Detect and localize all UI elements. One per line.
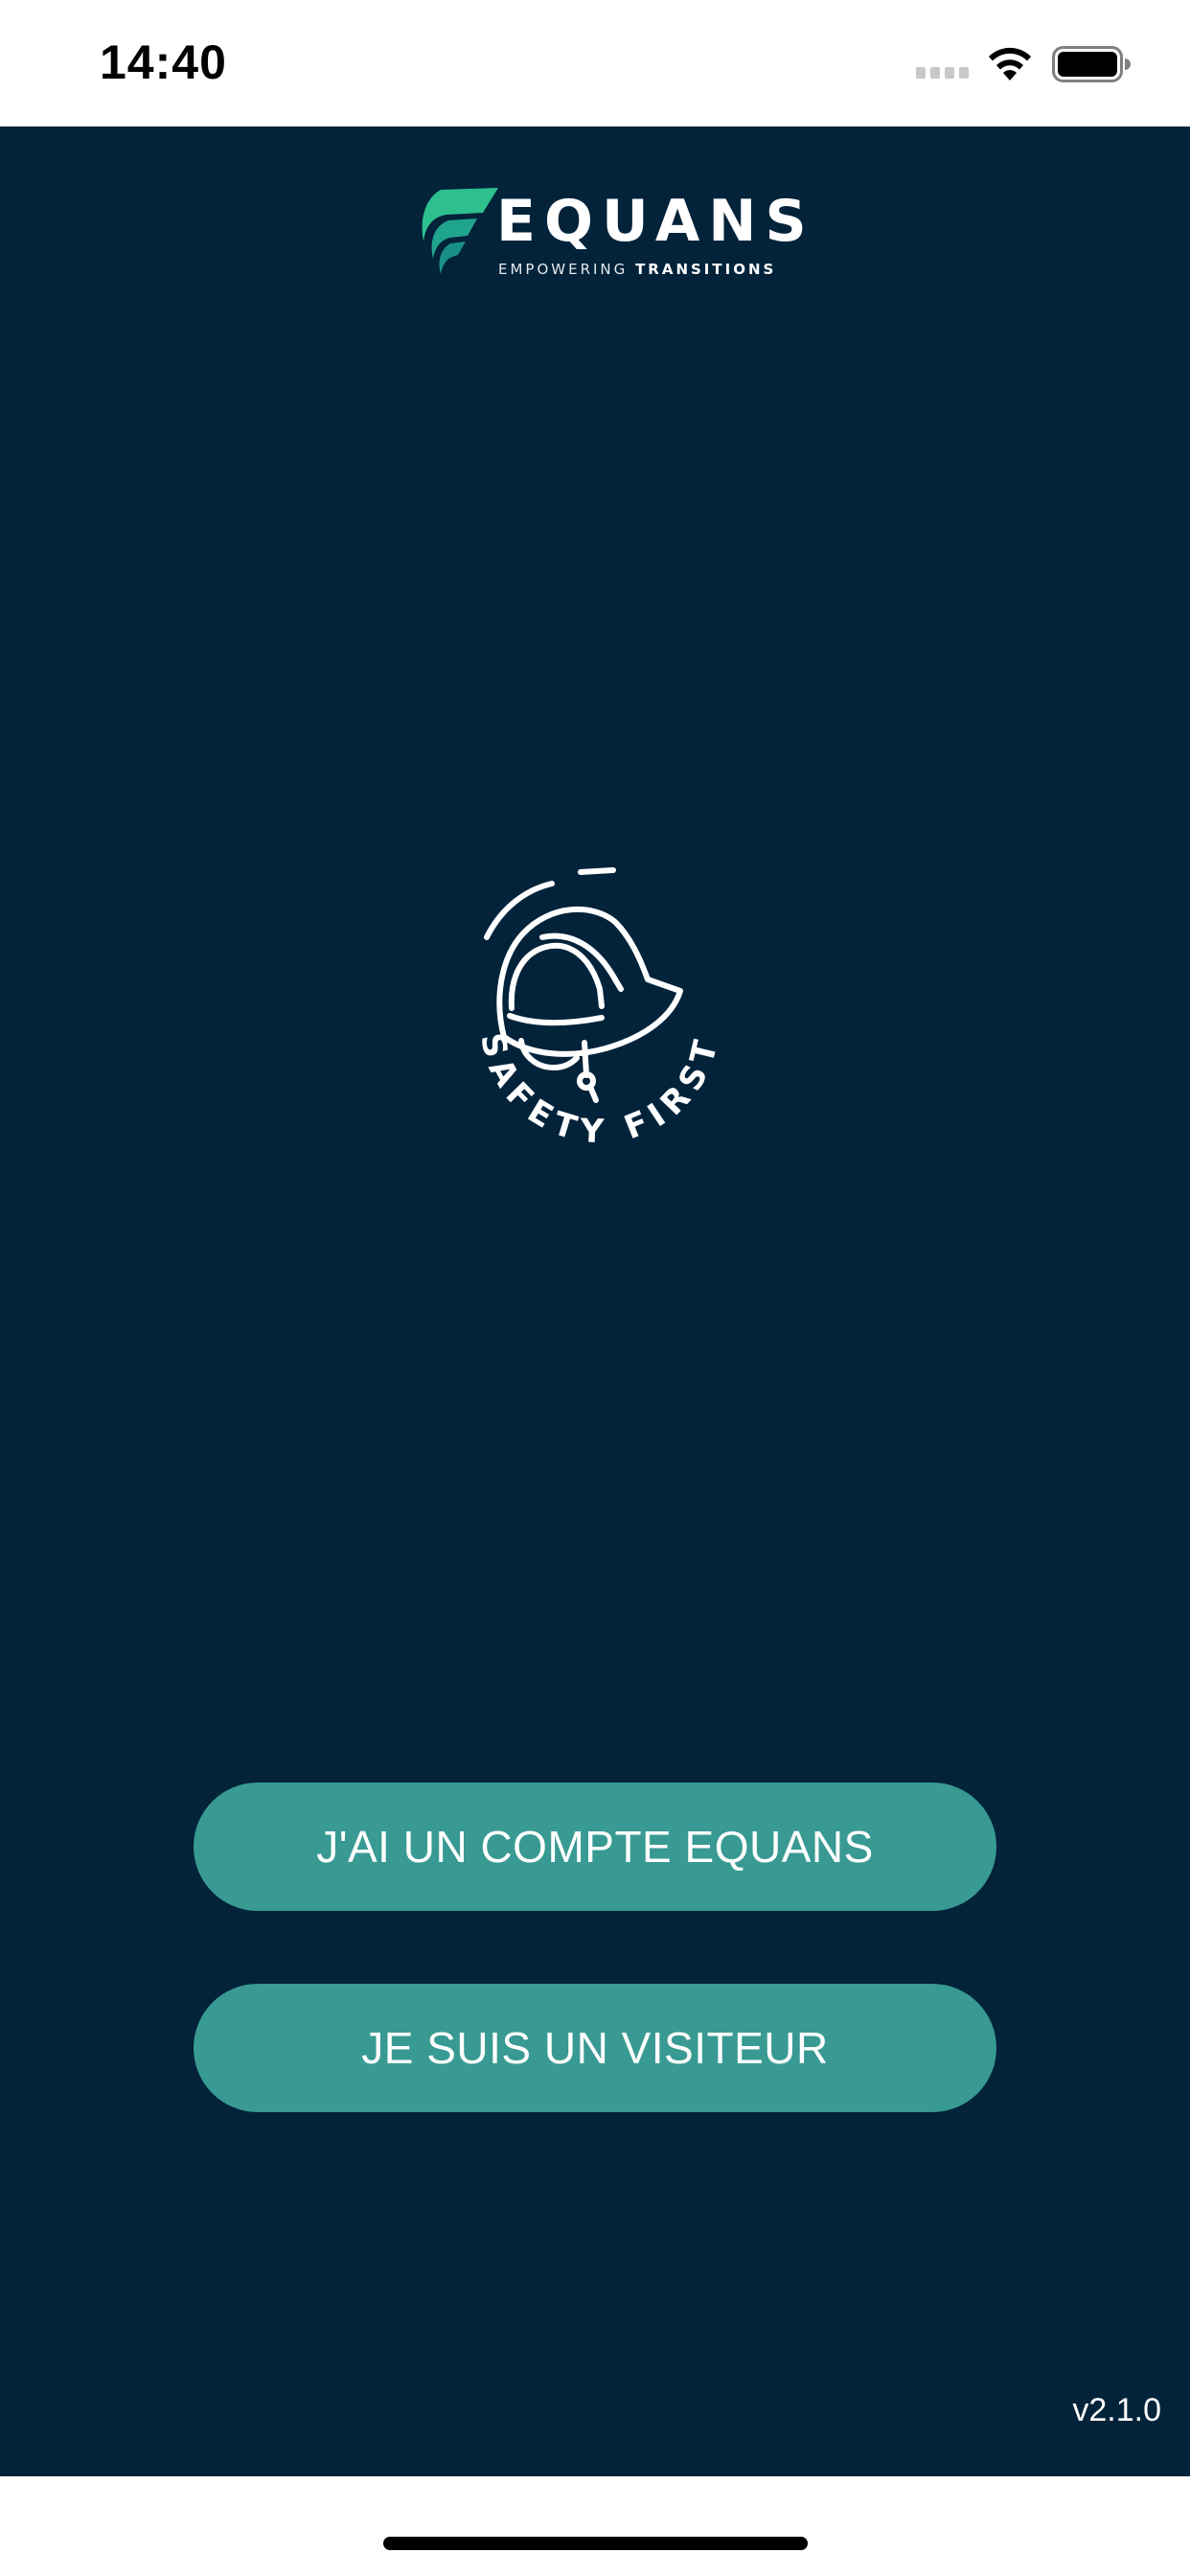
status-bar: 14:40: [0, 0, 1190, 126]
status-time: 14:40: [100, 35, 227, 89]
home-area: [0, 2476, 1190, 2576]
tagline-light: EMPOWERING: [498, 261, 629, 278]
equans-account-button[interactable]: J'AI UN COMPTE EQUANS: [194, 1782, 996, 1911]
brand-name: EQUANS: [496, 188, 815, 255]
equans-logo: EQUANS EMPOWERING TRANSITIONS: [412, 184, 807, 289]
brand-tagline: EMPOWERING TRANSITIONS: [498, 261, 776, 278]
tagline-bold: TRANSITIONS: [635, 261, 777, 278]
wifi-icon: [989, 47, 1031, 80]
signal-dots-icon: [916, 67, 972, 80]
safety-first-emblem: SAFETY FIRST: [472, 867, 720, 1152]
version-label: v2.1.0: [1072, 2392, 1161, 2428]
equans-mark-icon: [422, 188, 498, 274]
app-background: EQUANS EMPOWERING TRANSITIONS SAFETY FIR…: [0, 126, 1190, 2476]
battery-icon: [1052, 46, 1131, 82]
visitor-button[interactable]: JE SUIS UN VISITEUR: [194, 1984, 996, 2112]
home-indicator[interactable]: [383, 2537, 808, 2550]
